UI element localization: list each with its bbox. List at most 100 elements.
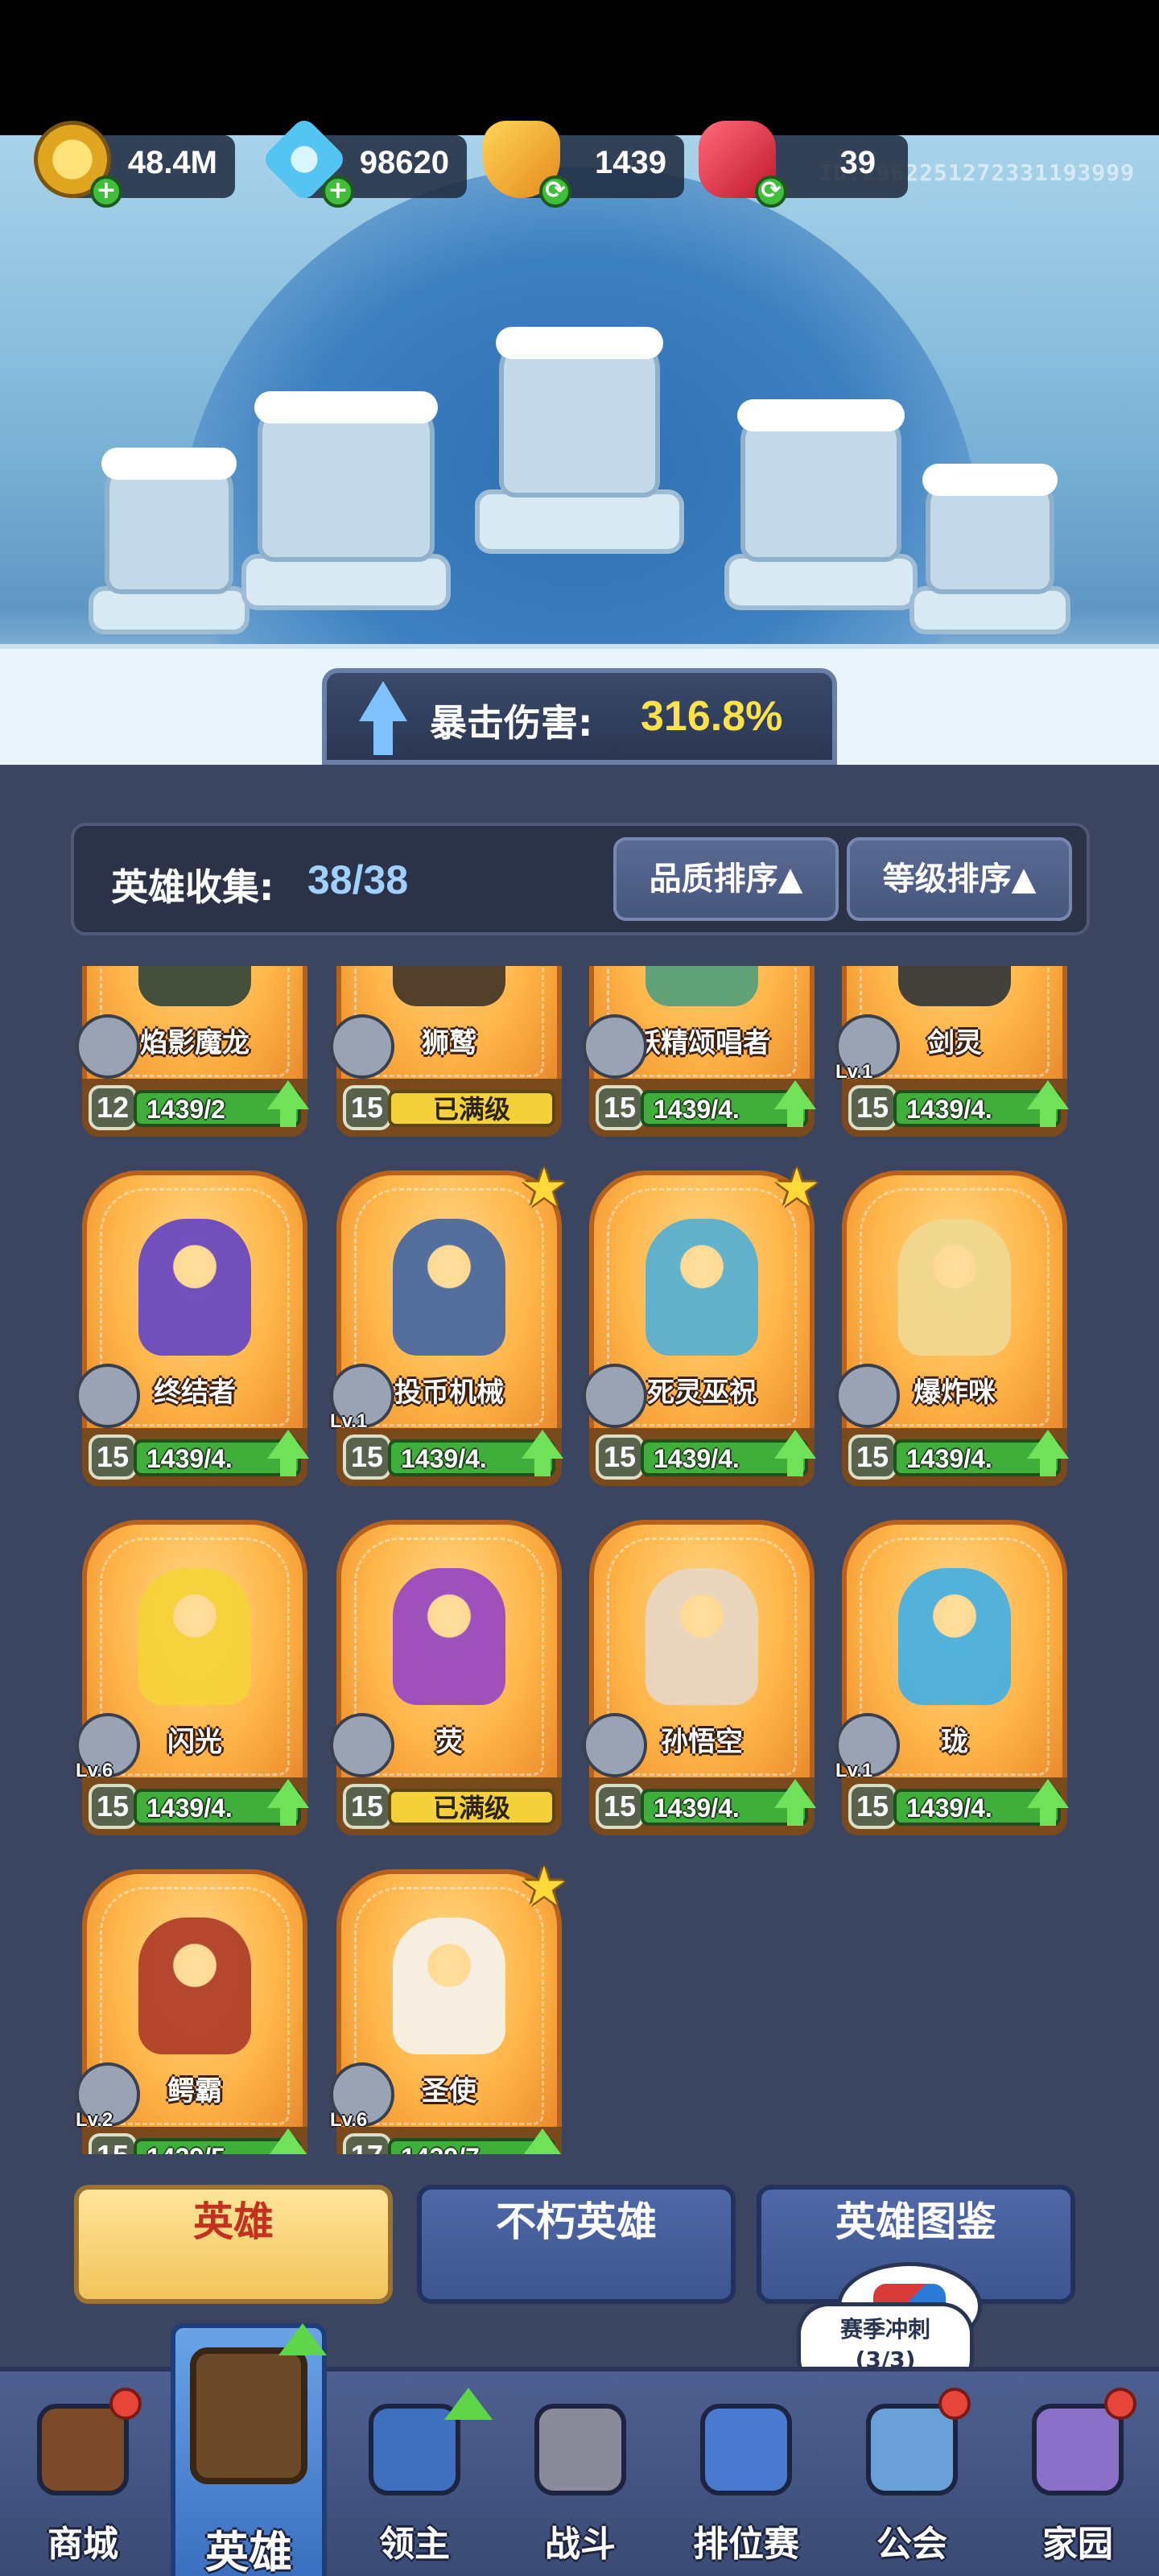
- plus-icon[interactable]: +: [90, 175, 122, 208]
- nav-item-3[interactable]: 战斗: [497, 2372, 663, 2576]
- collection-label: 英雄收集:: [111, 865, 274, 909]
- hero-card[interactable]: 荧 15 已满级: [330, 1520, 562, 1842]
- sort-level-button[interactable]: 等级排序▲: [847, 837, 1072, 921]
- tab-heroes[interactable]: 英雄: [74, 2185, 393, 2304]
- hero-card[interactable]: 鳄霸Lv.2151439/5: [76, 1869, 309, 2154]
- upgrade-arrow-icon[interactable]: [267, 1779, 309, 1808]
- upgrade-arrow-icon[interactable]: [267, 2128, 309, 2154]
- weapon-icon[interactable]: Lv.1: [835, 1014, 900, 1083]
- weapon-icon[interactable]: Lv.2: [76, 2062, 140, 2131]
- weapon-icon[interactable]: Lv.6: [76, 1713, 140, 1781]
- collection-bar: 英雄收集: 38/38 品质排序▲ 等级排序▲: [71, 823, 1090, 935]
- weapon-icon[interactable]: [330, 1713, 394, 1777]
- collection-value: 38/38: [307, 857, 409, 902]
- hero-card[interactable]: 焰影魔龙 12 1439/2: [76, 966, 309, 1143]
- currency-red-gem-value: 39: [839, 145, 876, 180]
- hero-card[interactable]: 爆炸咪 15 1439/4.: [835, 1170, 1069, 1492]
- nav-label: 排位赛: [693, 2524, 799, 2565]
- hero-portrait: [393, 1219, 505, 1356]
- weapon-icon[interactable]: Lv.6: [330, 2062, 394, 2131]
- statue-machine: [922, 464, 1058, 594]
- plus-icon[interactable]: +: [322, 175, 354, 208]
- hero-card[interactable]: 闪光 Lv.6 15 1439/4.: [76, 1520, 309, 1842]
- arrow-up-icon: [359, 681, 407, 721]
- shard-progress-text: 1439/4.: [654, 1444, 740, 1473]
- hero-card[interactable]: 圣使Lv.6171439/7★: [330, 1858, 568, 2154]
- hero-card[interactable]: 妖精颂唱者 15 1439/4.: [583, 966, 816, 1143]
- weapon-icon[interactable]: Lv.1: [835, 1713, 900, 1781]
- upgrade-arrow-icon[interactable]: [267, 1080, 309, 1109]
- upgrade-arrow-icon[interactable]: [1027, 1080, 1069, 1109]
- weapon-icon[interactable]: [330, 1014, 394, 1079]
- nav-item-2[interactable]: 领主: [332, 2372, 497, 2576]
- nav-item-4[interactable]: 排位赛: [663, 2372, 829, 2576]
- weapon-icon[interactable]: [835, 1364, 900, 1428]
- star-icon: ★: [520, 1157, 568, 1219]
- hero-portrait: [898, 1219, 1011, 1356]
- crit-damage-label: 暴击伤害:: [430, 701, 593, 745]
- currency-blue-crystal-value: 98620: [359, 145, 449, 180]
- hero-card[interactable]: 狮鹫 15 已满级: [330, 966, 562, 1143]
- weapon-icon[interactable]: Lv.1: [330, 1364, 394, 1432]
- notification-dot-icon: [1104, 2388, 1136, 2420]
- nav-label: 战斗: [545, 2524, 616, 2565]
- weapon-icon[interactable]: [583, 1713, 647, 1777]
- hero-level-badge: 12: [89, 1085, 137, 1130]
- hero-portrait: [898, 966, 1011, 1006]
- hero-portrait: [645, 966, 758, 1006]
- exchange-icon[interactable]: ⟳: [755, 175, 787, 208]
- hero-portrait: [898, 1568, 1011, 1705]
- upgrade-arrow-icon[interactable]: [267, 1430, 309, 1459]
- upgrade-arrow-icon[interactable]: [774, 1430, 816, 1459]
- notification-dot-icon: [109, 2388, 142, 2420]
- upgrade-arrow-icon[interactable]: [774, 1779, 816, 1808]
- upgrade-arrow-icon[interactable]: [522, 2128, 563, 2154]
- nav-label: 商城: [47, 2524, 118, 2565]
- hero-card[interactable]: 剑灵 Lv.1 15 1439/4.: [835, 966, 1069, 1143]
- tab-immortal-heroes[interactable]: 不朽英雄: [417, 2185, 736, 2304]
- crossed-swords-icon: [534, 2404, 626, 2496]
- pedestal: [724, 554, 918, 610]
- nav-label: 公会: [876, 2524, 947, 2565]
- upgrade-arrow-icon: [278, 2323, 327, 2355]
- upgrade-arrow-icon[interactable]: [774, 1080, 816, 1109]
- hero-grid[interactable]: 焰影魔龙 12 1439/2 狮鹫 15 已满级 妖精颂唱者 15 1439/4. 剑灵 Lv.1 1…: [71, 966, 1090, 2154]
- nav-item-1[interactable]: 英雄: [166, 2323, 332, 2576]
- shard-progress-text: 1439/4.: [906, 1794, 992, 1823]
- hero-card[interactable]: 投币机械 Lv.1 15 1439/4. ★: [330, 1159, 568, 1492]
- star-icon: ★: [773, 1157, 821, 1219]
- upgrade-arrow-icon[interactable]: [1027, 1779, 1069, 1808]
- currency-red-gem[interactable]: ⟳ 39: [699, 121, 908, 208]
- exchange-icon[interactable]: ⟳: [539, 175, 571, 208]
- sort-quality-button[interactable]: 品质排序▲: [613, 837, 839, 921]
- hero-card[interactable]: 终结者 15 1439/4.: [76, 1170, 309, 1492]
- weapon-icon[interactable]: [583, 1364, 647, 1428]
- notification-dot-icon: [938, 2388, 971, 2420]
- upgrade-arrow-icon[interactable]: [522, 1430, 563, 1459]
- currency-orange-crystal[interactable]: ⟳ 1439: [483, 121, 684, 208]
- hero-level-badge: 15: [848, 1085, 897, 1130]
- hero-level-badge: 15: [89, 1784, 137, 1829]
- statue-dragon: [496, 327, 663, 497]
- hero-level-badge: 15: [89, 1435, 137, 1480]
- currency-blue-crystal[interactable]: + 98620: [260, 115, 467, 208]
- upgrade-arrow-icon[interactable]: [1027, 1430, 1069, 1459]
- nav-item-0[interactable]: 商城: [0, 2372, 166, 2576]
- crit-damage-bar: 暴击伤害: 316.8%: [322, 668, 837, 765]
- hero-portrait: [645, 1219, 758, 1356]
- nav-item-5[interactable]: 公会: [829, 2372, 995, 2576]
- shard-progress-text: 已满级: [432, 1095, 510, 1124]
- hero-card[interactable]: 死灵巫祝 15 1439/4. ★: [583, 1159, 821, 1492]
- hero-card[interactable]: 孙悟空 15 1439/4.: [583, 1520, 816, 1842]
- hero-level-badge: 15: [596, 1085, 644, 1130]
- weapon-icon[interactable]: [76, 1364, 140, 1428]
- weapon-icon[interactable]: [583, 1014, 647, 1079]
- rank-shield-icon: [700, 2404, 792, 2496]
- crit-damage-value: 316.8%: [641, 693, 783, 740]
- hero-card[interactable]: 珑 Lv.1 15 1439/4.: [835, 1520, 1069, 1842]
- currency-gold[interactable]: + 48.4M: [34, 121, 235, 208]
- nav-item-6[interactable]: 家园: [995, 2372, 1159, 2576]
- shard-progress-text: 1439/4.: [401, 1444, 487, 1473]
- weapon-icon[interactable]: [76, 1014, 140, 1079]
- hero-level-badge: 15: [596, 1784, 644, 1829]
